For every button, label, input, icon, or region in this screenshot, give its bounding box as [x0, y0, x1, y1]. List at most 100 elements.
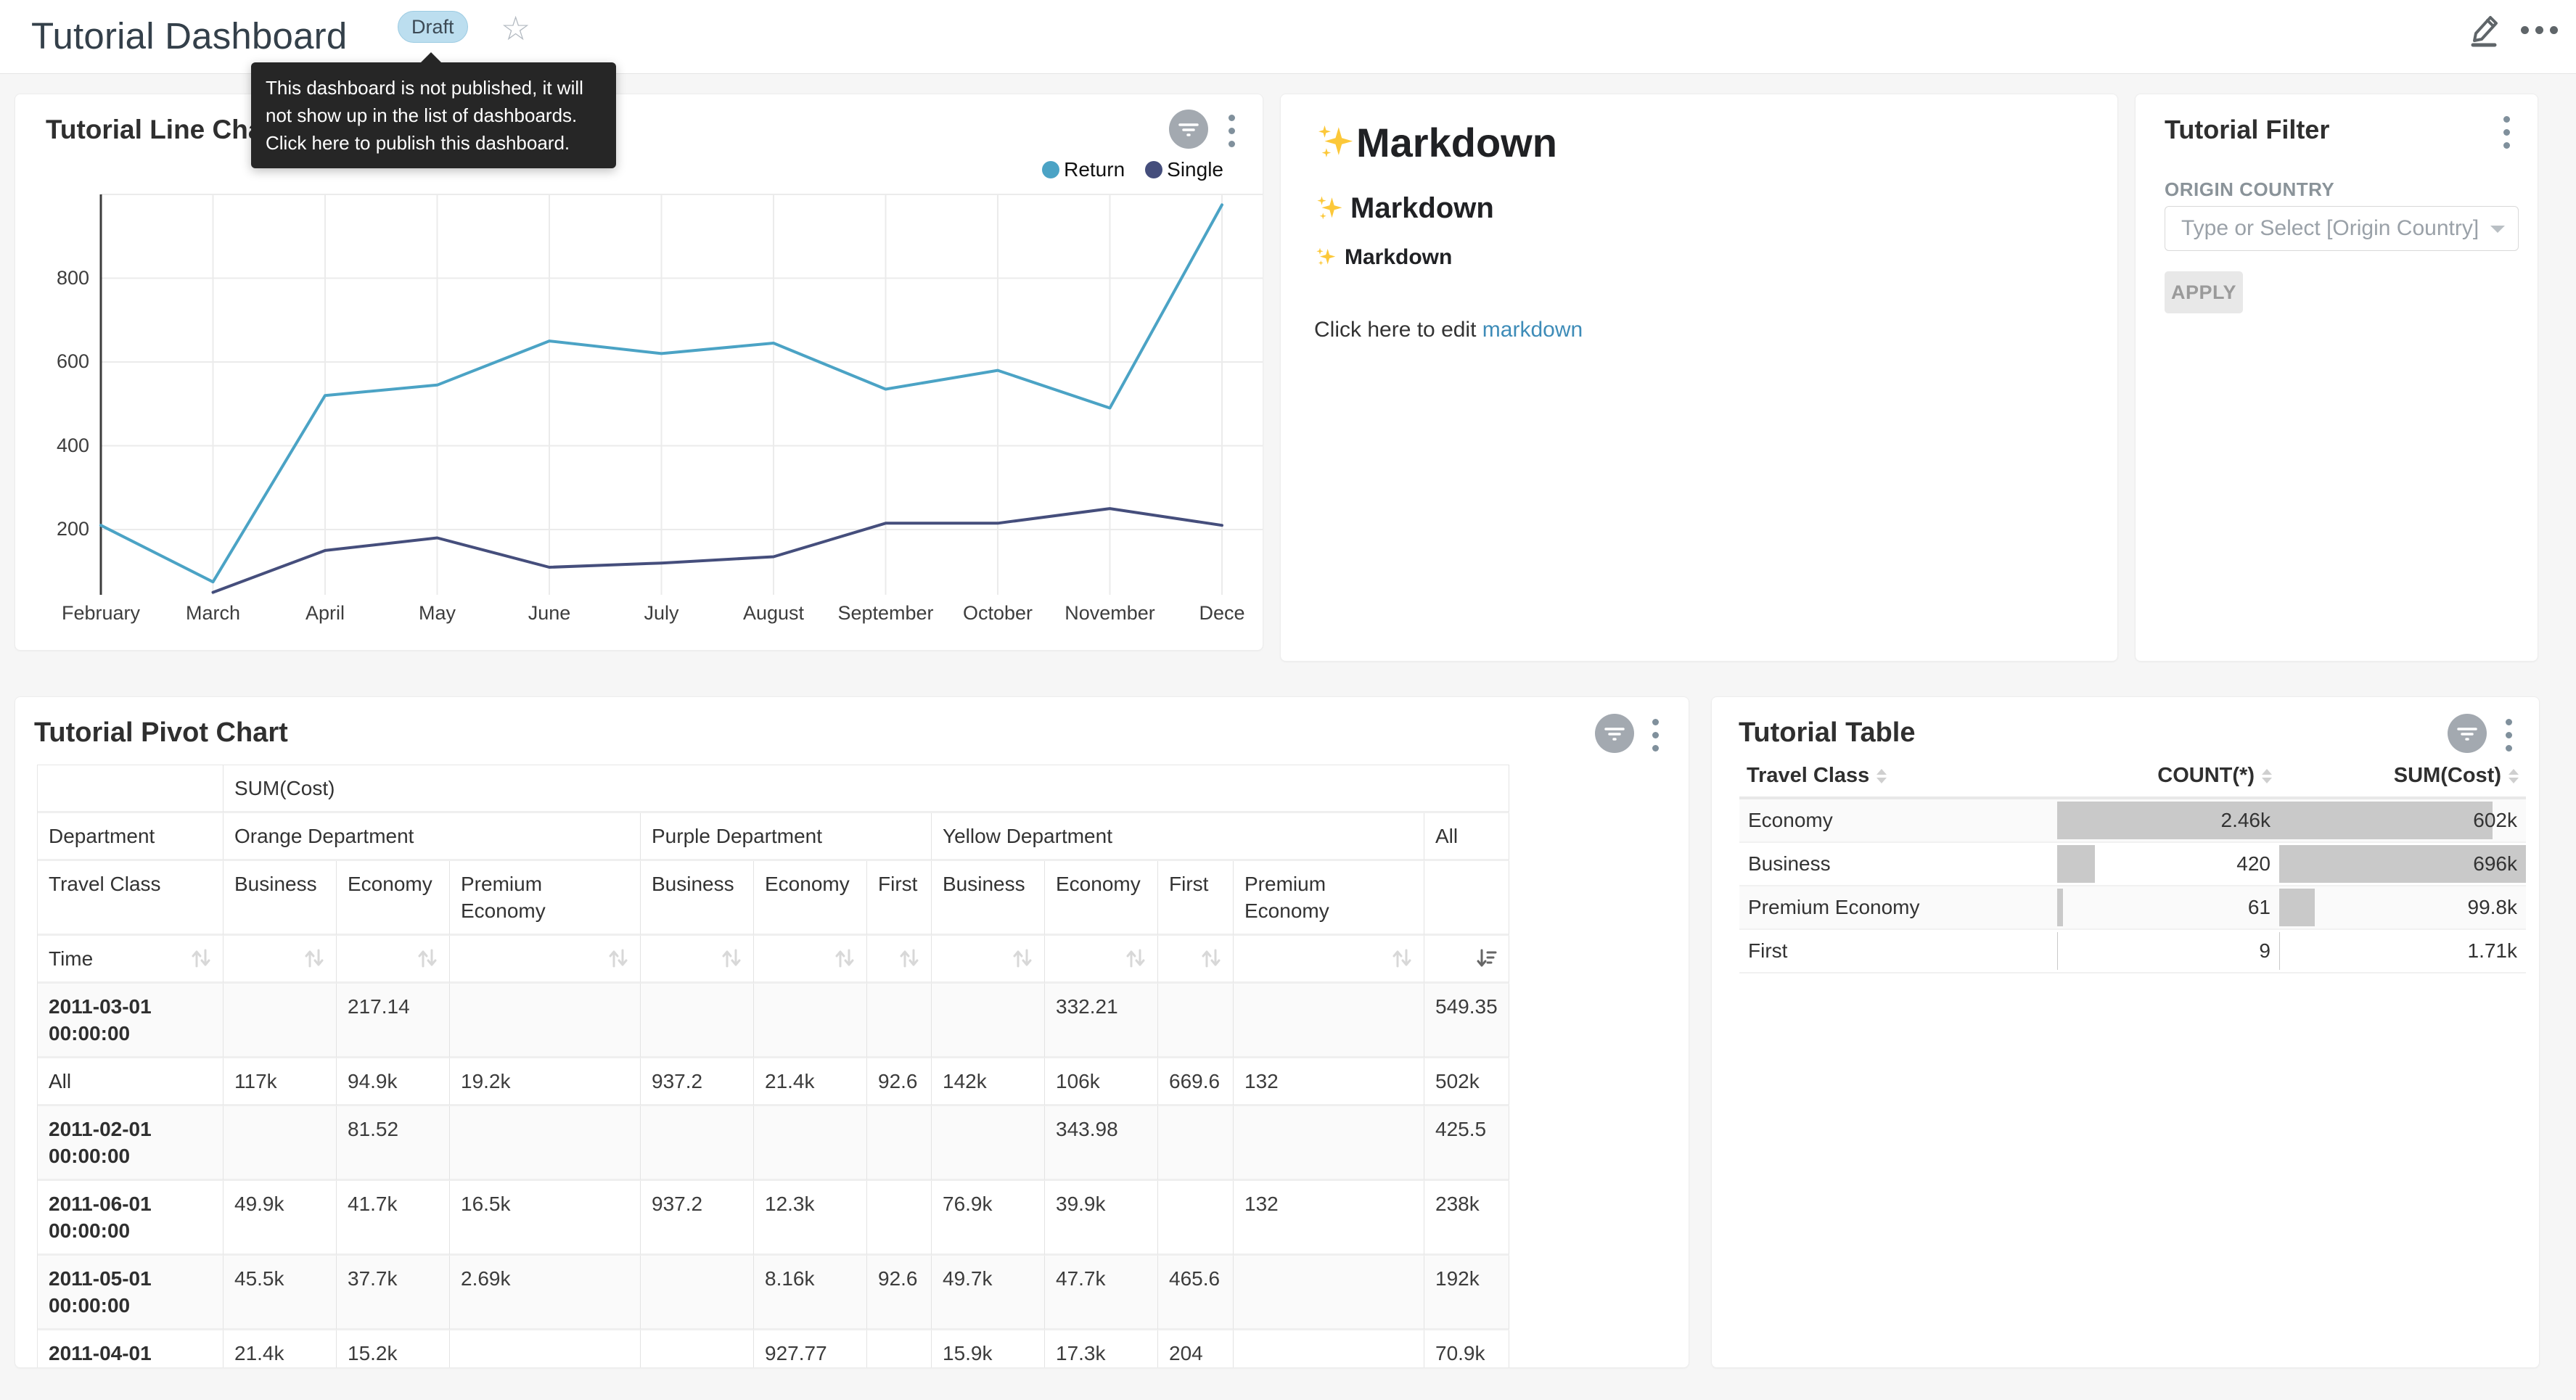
sort-icon[interactable]	[1200, 947, 1222, 970]
sort-icon[interactable]	[1125, 947, 1147, 970]
sort-icon[interactable]	[607, 947, 629, 970]
pivot-sort-header[interactable]	[1424, 936, 1509, 984]
y-axis-tick-label: 200	[20, 518, 89, 540]
pivot-data-row: 2011-03-01 00:00:00217.14332.21549.35	[38, 984, 1509, 1058]
markdown-paragraph: Click here to edit markdown	[1314, 318, 2088, 342]
sum-bar	[2279, 802, 2493, 839]
edit-pencil-icon[interactable]	[2467, 7, 2505, 48]
filter-kebab-menu-icon[interactable]	[2501, 113, 2513, 152]
sparkles-icon	[1314, 246, 1337, 269]
pivot-value-cell: 343.98	[1045, 1106, 1158, 1181]
pivot-sort-header[interactable]	[1045, 936, 1158, 984]
pivot-value-cell	[641, 1256, 754, 1330]
x-axis-tick-label: June	[528, 602, 571, 625]
cross-filter-icon[interactable]	[1595, 714, 1634, 753]
sort-icon[interactable]	[1391, 947, 1413, 970]
pivot-value-cell	[867, 1106, 932, 1181]
pivot-value-cell: 106k	[1045, 1058, 1158, 1106]
pivot-row-label: 2011-02-01 00:00:00	[38, 1106, 223, 1181]
pivot-sort-header[interactable]	[450, 936, 641, 984]
pivot-row-label: 2011-04-01 00:00:00	[38, 1330, 223, 1368]
pivot-data-row: 2011-05-01 00:00:0045.5k37.7k2.69k8.16k9…	[38, 1256, 1509, 1330]
pivot-sort-header[interactable]	[337, 936, 450, 984]
pivot-value-cell: 92.6	[867, 1256, 932, 1330]
pivot-group-header: Purple Department	[641, 813, 932, 861]
pivot-class-header: Business	[223, 861, 337, 936]
pivot-sort-header[interactable]	[1158, 936, 1234, 984]
favorite-star-icon[interactable]: ☆	[501, 12, 530, 45]
chart-kebab-menu-icon[interactable]	[1649, 716, 1662, 754]
y-axis-tick-label: 800	[20, 267, 89, 289]
pivot-sort-header[interactable]	[223, 936, 337, 984]
pivot-value-cell: 21.4k	[223, 1330, 337, 1368]
pivot-row-label: 2011-06-01 00:00:00	[38, 1181, 223, 1256]
pivot-value-cell: 937.2	[641, 1181, 754, 1256]
pivot-sort-header[interactable]	[932, 936, 1045, 984]
markdown-heading-3: Markdown	[1314, 245, 2088, 270]
sum-bar	[2279, 889, 2315, 926]
markdown-content: Markdown Markdown Markdown Click here to…	[1314, 119, 2088, 342]
pivot-value-cell	[1234, 984, 1424, 1058]
chart-kebab-menu-icon[interactable]	[2503, 716, 2515, 754]
column-header-sum-cost[interactable]: SUM(Cost)	[2279, 755, 2526, 799]
sort-icon[interactable]	[721, 947, 742, 970]
column-header-count[interactable]: COUNT(*)	[2057, 755, 2279, 799]
sort-icon[interactable]	[1012, 947, 1033, 970]
sort-icon[interactable]	[190, 947, 212, 970]
travel-class-cell: Economy	[1739, 799, 2057, 843]
sort-desc-icon[interactable]	[1476, 947, 1498, 970]
page-title: Tutorial Dashboard	[31, 15, 347, 57]
pivot-class-row: Travel ClassBusinessEconomyPremium Econo…	[38, 861, 1509, 936]
table-row: Economy2.46k602k	[1739, 799, 2526, 843]
table-row: Business420696k	[1739, 843, 2526, 886]
pivot-value-cell	[867, 984, 932, 1058]
pivot-value-cell	[932, 984, 1045, 1058]
origin-country-label: ORIGIN COUNTRY	[2165, 178, 2334, 201]
sum-cell: 602k	[2279, 799, 2526, 843]
cross-filter-icon[interactable]	[2448, 714, 2487, 753]
pivot-value-cell: 19.2k	[450, 1058, 641, 1106]
pivot-value-cell: 204	[1158, 1330, 1234, 1368]
sort-icon[interactable]	[417, 947, 438, 970]
sparkles-icon	[1314, 122, 1356, 164]
pivot-value-cell	[1158, 1181, 1234, 1256]
x-axis-tick-label: Dece	[1199, 602, 1244, 625]
column-header-travel-class[interactable]: Travel Class	[1739, 755, 2057, 799]
pivot-data-row: 2011-06-01 00:00:0049.9k41.7k16.5k937.21…	[38, 1181, 1509, 1256]
origin-country-select[interactable]: Type or Select [Origin Country]	[2165, 206, 2519, 251]
pivot-value-cell	[641, 984, 754, 1058]
pivot-time-header[interactable]: Time	[38, 936, 223, 984]
pivot-value-cell: 70.9k	[1424, 1330, 1509, 1368]
count-bar	[2057, 932, 2058, 970]
x-axis-tick-label: April	[305, 602, 345, 625]
pivot-value-cell: 49.7k	[932, 1256, 1045, 1330]
apply-button[interactable]: APPLY	[2165, 271, 2243, 313]
sort-icon[interactable]	[898, 947, 920, 970]
markdown-heading-2: Markdown	[1314, 192, 2088, 225]
pivot-sort-header[interactable]	[754, 936, 867, 984]
pivot-sort-header[interactable]	[641, 936, 754, 984]
pivot-value-cell: 76.9k	[932, 1181, 1045, 1256]
pivot-class-header: First	[1158, 861, 1234, 936]
draft-status-badge[interactable]: Draft	[398, 11, 468, 43]
pivot-class-header: Premium Economy	[450, 861, 641, 936]
pivot-data-row: 2011-02-01 00:00:0081.52343.98425.5	[38, 1106, 1509, 1181]
count-cell: 420	[2057, 843, 2279, 886]
sort-icon[interactable]	[834, 947, 856, 970]
count-bar	[2057, 845, 2095, 883]
publish-tooltip-text: This dashboard is not published, it will…	[266, 77, 583, 154]
markdown-edit-link[interactable]: markdown	[1482, 318, 1583, 342]
pivot-sort-header[interactable]	[1234, 936, 1424, 984]
count-cell: 2.46k	[2057, 799, 2279, 843]
sort-icon[interactable]	[303, 947, 325, 970]
pivot-value-cell: 502k	[1424, 1058, 1509, 1106]
more-options-icon[interactable]	[2521, 26, 2558, 34]
pivot-value-cell	[1234, 1256, 1424, 1330]
pivot-value-cell: 41.7k	[337, 1181, 450, 1256]
pivot-value-cell: 927.77	[754, 1330, 867, 1368]
pivot-sort-header[interactable]	[867, 936, 932, 984]
x-axis-tick-label: March	[186, 602, 240, 625]
table-row: Premium Economy6199.8k	[1739, 886, 2526, 930]
pivot-corner-cell	[38, 765, 223, 813]
line-chart-card: Tutorial Line Chart ReturnSingle Februar…	[15, 94, 1263, 651]
